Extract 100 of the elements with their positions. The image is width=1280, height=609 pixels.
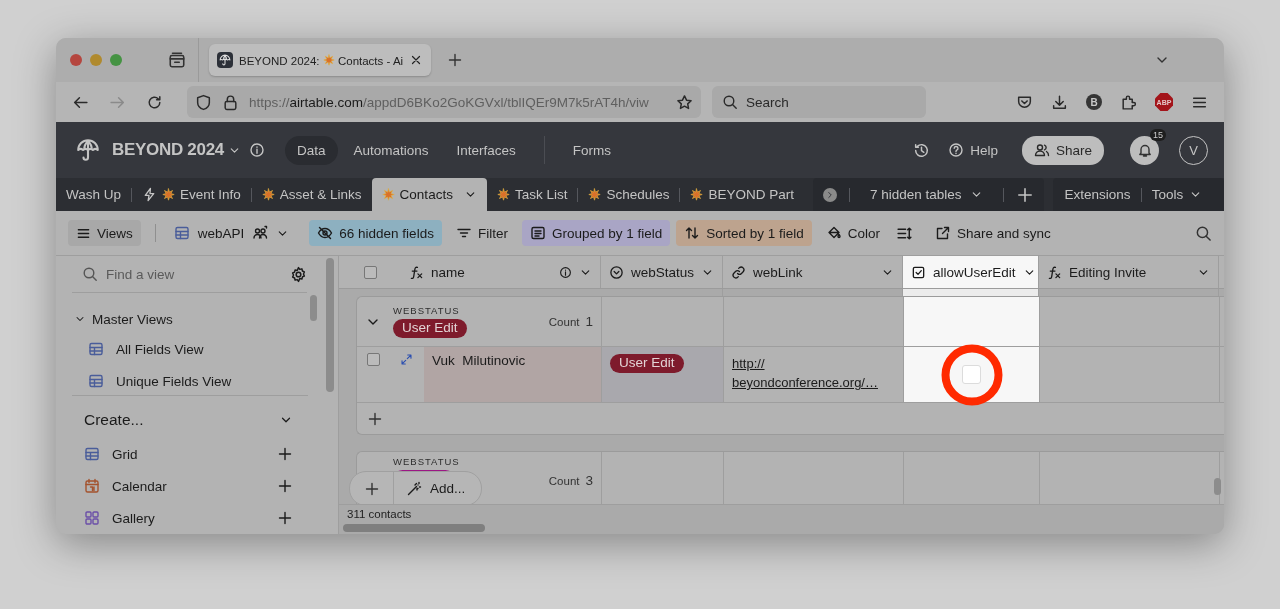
- scrollbar-thumb[interactable]: [1214, 478, 1221, 495]
- record-count: 311 contacts: [347, 508, 412, 520]
- eye-slash-icon: [317, 225, 334, 241]
- add-table-icon[interactable]: [1015, 185, 1034, 204]
- add-icon[interactable]: [277, 510, 293, 526]
- reload-icon[interactable]: [146, 93, 163, 111]
- column-header[interactable]: allowUserEdit: [933, 264, 1016, 280]
- extension-icon[interactable]: B: [1086, 94, 1102, 110]
- table-tab[interactable]: Contacts: [371, 178, 487, 211]
- nav-tab[interactable]: Automations: [341, 135, 441, 165]
- gallery-icon: [84, 510, 100, 526]
- scrollbar-thumb[interactable]: [343, 524, 485, 532]
- formula-icon: [409, 264, 424, 280]
- info-icon[interactable]: [249, 142, 265, 158]
- find-view-field[interactable]: Find a view: [106, 266, 246, 282]
- count-label: Count: [548, 316, 580, 328]
- color-button[interactable]: Color: [817, 220, 889, 246]
- column-header[interactable]: webStatus: [631, 264, 695, 280]
- download-icon[interactable]: [1051, 93, 1068, 111]
- burst-icon: [381, 188, 395, 201]
- grid-icon: [88, 341, 104, 357]
- burst-icon: [261, 188, 275, 201]
- browser-tab[interactable]: BEYOND 2024: Contacts - Ai: [209, 44, 431, 76]
- base-name[interactable]: BEYOND 2024: [112, 140, 224, 160]
- sort-button[interactable]: Sorted by 1 field: [676, 220, 812, 246]
- name-cell: Vuk Milutinovic: [424, 347, 602, 402]
- share-button[interactable]: Share: [1021, 135, 1104, 165]
- scrollbar-thumb[interactable]: [310, 295, 317, 321]
- hidden-fields-button[interactable]: 66 hidden fields: [309, 220, 442, 246]
- table-tab[interactable]: Wash Up: [56, 178, 131, 211]
- add-icon[interactable]: [277, 446, 293, 462]
- table-tab[interactable]: Task List: [486, 178, 578, 211]
- notification-count: 15: [1150, 128, 1166, 141]
- table-tab[interactable]: Schedules: [578, 178, 680, 211]
- help-button[interactable]: Help: [944, 138, 1002, 162]
- burst-icon: [162, 188, 175, 201]
- bell-icon: [1136, 142, 1153, 158]
- shield-icon: [195, 93, 212, 111]
- section-header[interactable]: Master Views: [72, 305, 175, 333]
- calendar-icon: [84, 478, 100, 494]
- column-header[interactable]: name: [431, 264, 552, 280]
- dropdown-circle-icon: [609, 264, 624, 280]
- settings-icon[interactable]: [290, 265, 307, 283]
- close-icon[interactable]: [409, 53, 423, 67]
- group-field-label: WEBSTATUS: [393, 456, 460, 467]
- row-checkbox[interactable]: [367, 353, 380, 366]
- nav-tab[interactable]: Interfaces: [444, 135, 528, 165]
- views-button[interactable]: Views: [68, 220, 141, 246]
- row-height-icon[interactable]: [896, 224, 914, 242]
- link-text[interactable]: http:// beyondconference.org/…: [732, 354, 878, 392]
- table-tab[interactable]: Event Info: [132, 178, 251, 211]
- url-field[interactable]: https://airtable.com/appdD6BKo2GoKGVxl/tblIQEr9M7k5rAT4h/viw: [187, 86, 701, 118]
- view-switcher[interactable]: webAPI: [169, 225, 294, 241]
- add-icon[interactable]: [277, 478, 293, 494]
- new-tab-icon[interactable]: [447, 52, 463, 68]
- view-item[interactable]: All Fields View: [72, 333, 308, 365]
- tab-overview-icon[interactable]: [168, 51, 186, 69]
- lock-icon: [222, 93, 239, 111]
- grid-icon: [88, 373, 104, 389]
- umbrella-icon: [76, 138, 100, 162]
- search-icon[interactable]: [1195, 224, 1212, 242]
- search-field[interactable]: Search: [712, 86, 926, 118]
- people-icon: [1033, 142, 1050, 158]
- group-field-label: WEBSTATUS: [393, 305, 461, 316]
- filter-button[interactable]: Filter: [447, 220, 516, 246]
- add-row-icon[interactable]: [367, 410, 383, 427]
- history-icon[interactable]: [913, 141, 931, 159]
- column-header[interactable]: Editing Invite: [1069, 264, 1190, 280]
- nav-tab[interactable]: Data: [285, 135, 338, 165]
- magic-wand-icon: [406, 480, 422, 497]
- pocket-icon[interactable]: [1016, 93, 1033, 111]
- create-view-option[interactable]: Grid: [112, 446, 265, 462]
- bolt-icon: [142, 187, 157, 202]
- share-sync-button[interactable]: Share and sync: [927, 220, 1059, 246]
- group-button[interactable]: Grouped by 1 field: [521, 220, 671, 246]
- checkbox[interactable]: [962, 365, 981, 384]
- create-view-option[interactable]: Calendar: [112, 478, 265, 494]
- create-view-option[interactable]: Gallery: [112, 510, 265, 526]
- status-tag: User Edit: [393, 319, 467, 338]
- scrollbar-thumb[interactable]: [326, 258, 334, 392]
- table-tab[interactable]: Asset & Links: [251, 178, 372, 211]
- star-icon[interactable]: [676, 93, 693, 111]
- create-section-header[interactable]: Create...: [84, 408, 293, 432]
- sort-icon: [684, 225, 701, 241]
- group-count: 3: [585, 473, 593, 488]
- table-tab[interactable]: BEYOND Part: [680, 178, 804, 211]
- status-tag: User Edit: [610, 354, 684, 373]
- scroll-tabs-button[interactable]: [823, 187, 837, 202]
- burst-icon: [588, 188, 602, 201]
- expand-icon[interactable]: [400, 353, 413, 366]
- view-item[interactable]: Unique Fields View: [72, 365, 308, 397]
- search-icon: [722, 94, 738, 110]
- group-count: 1: [585, 314, 593, 329]
- tools-button[interactable]: Extensions: [1054, 187, 1141, 202]
- search-icon: [82, 266, 98, 282]
- puzzle-icon[interactable]: [1120, 93, 1137, 111]
- nav-tab[interactable]: Forms: [560, 135, 624, 165]
- column-header[interactable]: webLink: [753, 264, 874, 280]
- select-all-checkbox[interactable]: [363, 265, 377, 279]
- tools-button[interactable]: Tools: [1141, 187, 1213, 202]
